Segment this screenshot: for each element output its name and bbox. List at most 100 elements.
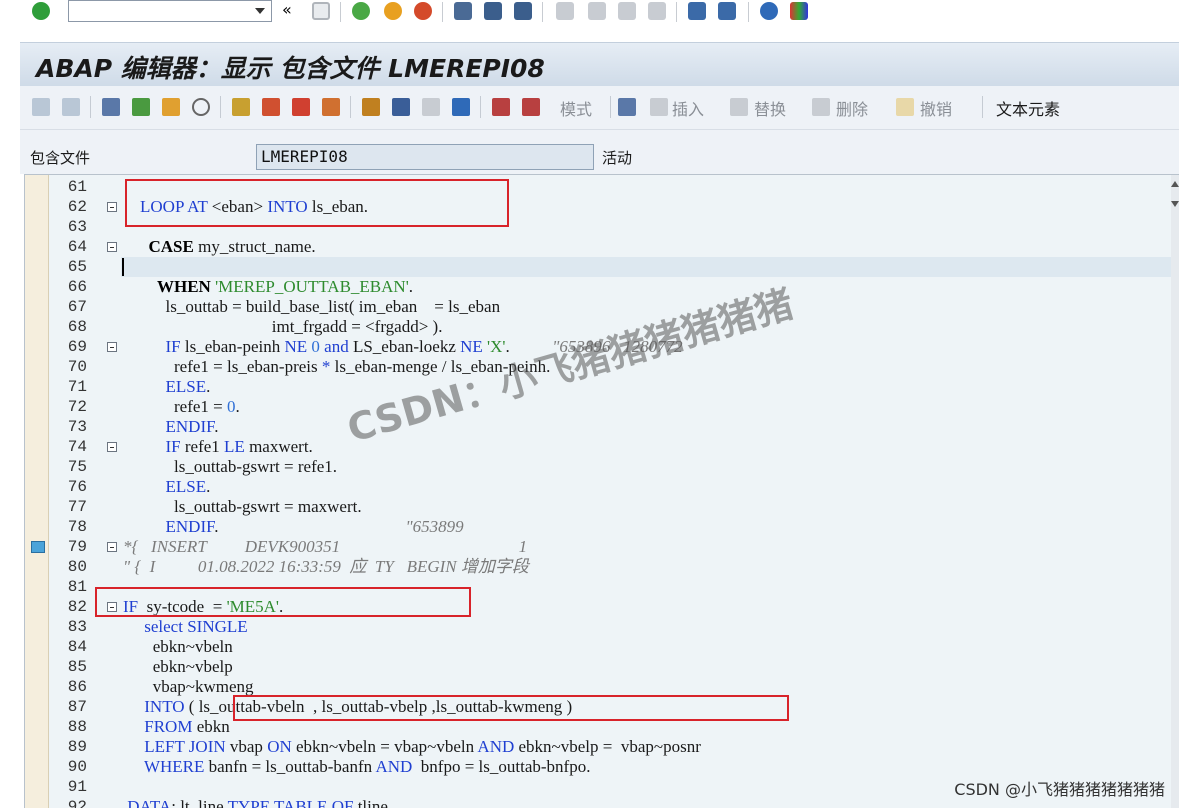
find-icon[interactable] (484, 2, 502, 20)
line-number: 80 (67, 558, 87, 576)
code-line[interactable]: ebkn~vbelp (123, 657, 233, 677)
highlight-box (233, 695, 789, 721)
hierarchy-icon[interactable] (362, 98, 380, 116)
line-number: 72 (67, 398, 87, 416)
code-line[interactable]: ls_outtab-gswrt = maxwert. (123, 497, 362, 517)
last-page-icon[interactable] (648, 2, 666, 20)
activate-icon[interactable] (192, 98, 210, 116)
code-line[interactable]: CASE my_struct_name. (123, 237, 316, 257)
line-number: 73 (67, 418, 87, 436)
code-line[interactable]: WHEN 'MEREP_OUTTAB_EBAN'. (123, 277, 413, 297)
enhance-icon[interactable] (618, 98, 636, 116)
replace-icon (730, 98, 748, 116)
code-line[interactable]: ls_outtab = build_base_list( im_eban = l… (123, 297, 501, 317)
back-icon[interactable] (352, 2, 370, 20)
line-number: 78 (67, 518, 87, 536)
code-line[interactable]: ENDIF. (123, 417, 219, 437)
navigation-window-icon[interactable] (322, 98, 340, 116)
chevron-down-icon[interactable] (255, 8, 265, 14)
include-label: 包含文件 (30, 149, 91, 167)
find-next-icon[interactable] (514, 2, 532, 20)
code-line[interactable]: vbap~kwmeng (123, 677, 254, 697)
display-change-icon[interactable] (102, 98, 120, 116)
exit-icon[interactable] (384, 2, 402, 20)
save-icon[interactable] (312, 2, 330, 20)
code-line[interactable]: ebkn~vbeln (123, 637, 233, 657)
line-number: 90 (67, 758, 87, 776)
command-field[interactable] (68, 0, 272, 22)
first-page-icon[interactable] (556, 2, 574, 20)
active-inactive-icon[interactable] (132, 98, 150, 116)
insert-button[interactable]: 插入 (672, 96, 704, 120)
scroll-down-icon[interactable] (1171, 201, 1179, 207)
breakpoint-external-icon[interactable] (522, 98, 540, 116)
new-session-icon[interactable] (688, 2, 706, 20)
test-icon[interactable] (232, 98, 250, 116)
bookmark-icon[interactable] (31, 541, 45, 553)
highlight-box (125, 179, 509, 227)
arrow-right-icon[interactable] (62, 98, 80, 116)
current-line-highlight (121, 257, 1171, 277)
where-used-icon[interactable] (262, 98, 280, 116)
page-title: ABAP 编辑器：显示 包含文件 LMEREPI08 (36, 54, 545, 83)
line-number: 74 (67, 438, 87, 456)
line-number: 89 (67, 738, 87, 756)
code-line[interactable]: refe1 = 0. (123, 397, 240, 417)
code-line[interactable]: *{ INSERT DEVK900351 1 (123, 537, 527, 557)
line-number: 68 (67, 318, 87, 336)
application-toolbar: 模式 插入 替换 删除 撤销 文本元素 (20, 86, 1179, 130)
shortcut-icon[interactable] (718, 2, 736, 20)
code-line[interactable]: DATA: lt_line TYPE TABLE OF tline. (123, 797, 392, 808)
code-line[interactable]: " { I 01.08.2022 16:33:59 应 TY BEGIN 增加字… (123, 557, 529, 577)
code-line[interactable]: WHERE banfn = ls_outtab-banfn AND bnfpo … (123, 757, 591, 777)
code-line[interactable]: ELSE. (123, 477, 211, 497)
line-number: 61 (67, 178, 87, 196)
delete-button[interactable]: 删除 (836, 96, 868, 120)
title-bar: ABAP 编辑器：显示 包含文件 LMEREPI08 (20, 42, 1179, 86)
code-line[interactable]: ls_outtab-gswrt = refe1. (123, 457, 337, 477)
text-elements-button[interactable]: 文本元素 (996, 96, 1060, 120)
pattern-icon[interactable] (422, 98, 440, 116)
fold-toggle-icon[interactable] (107, 542, 117, 552)
collapse-icon[interactable]: « (282, 0, 292, 19)
code-line[interactable]: ENDIF. "653899 (123, 517, 464, 537)
mode-button[interactable]: 模式 (560, 96, 592, 120)
fold-toggle-icon[interactable] (107, 202, 117, 212)
line-number: 84 (67, 638, 87, 656)
arrow-left-icon[interactable] (32, 98, 50, 116)
breakpoint-session-icon[interactable] (492, 98, 510, 116)
code-editor[interactable]: 61 62 LOOP AT <eban> INTO ls_eban. 63 64 CA… (24, 174, 1179, 808)
system-toolbar: « (0, 0, 1179, 28)
code-line[interactable]: select SINGLE (123, 617, 247, 637)
prev-page-icon[interactable] (588, 2, 606, 20)
next-page-icon[interactable] (618, 2, 636, 20)
layout-icon[interactable] (790, 2, 808, 20)
vertical-scrollbar[interactable] (1171, 175, 1179, 808)
code-line[interactable]: FROM ebkn (123, 717, 229, 737)
line-number: 88 (67, 718, 87, 736)
line-number: 64 (67, 238, 87, 256)
line-number: 79 (67, 538, 87, 556)
help-icon[interactable] (760, 2, 778, 20)
fold-toggle-icon[interactable] (107, 342, 117, 352)
code-line[interactable]: IF refe1 LE maxwert. (123, 437, 313, 457)
cancel-icon[interactable] (414, 2, 432, 20)
include-field[interactable]: LMEREPI08 (256, 144, 594, 170)
code-line[interactable]: ELSE. (123, 377, 211, 397)
line-number: 91 (67, 778, 87, 796)
fold-toggle-icon[interactable] (107, 442, 117, 452)
info-icon[interactable] (452, 98, 470, 116)
undo-button[interactable]: 撤销 (920, 96, 952, 120)
check-icon[interactable] (32, 2, 50, 20)
pretty-printer-icon[interactable] (392, 98, 410, 116)
object-list-icon[interactable] (292, 98, 310, 116)
print-icon[interactable] (454, 2, 472, 20)
line-number: 82 (67, 598, 87, 616)
check-syntax-icon[interactable] (162, 98, 180, 116)
code-line[interactable]: imt_frgadd = <frgadd> ). (123, 317, 443, 337)
replace-button[interactable]: 替换 (754, 96, 786, 120)
scroll-up-icon[interactable] (1171, 181, 1179, 187)
fold-toggle-icon[interactable] (107, 242, 117, 252)
code-line[interactable]: LEFT JOIN vbap ON ebkn~vbeln = vbap~vbel… (123, 737, 701, 757)
line-number: 62 (67, 198, 87, 216)
